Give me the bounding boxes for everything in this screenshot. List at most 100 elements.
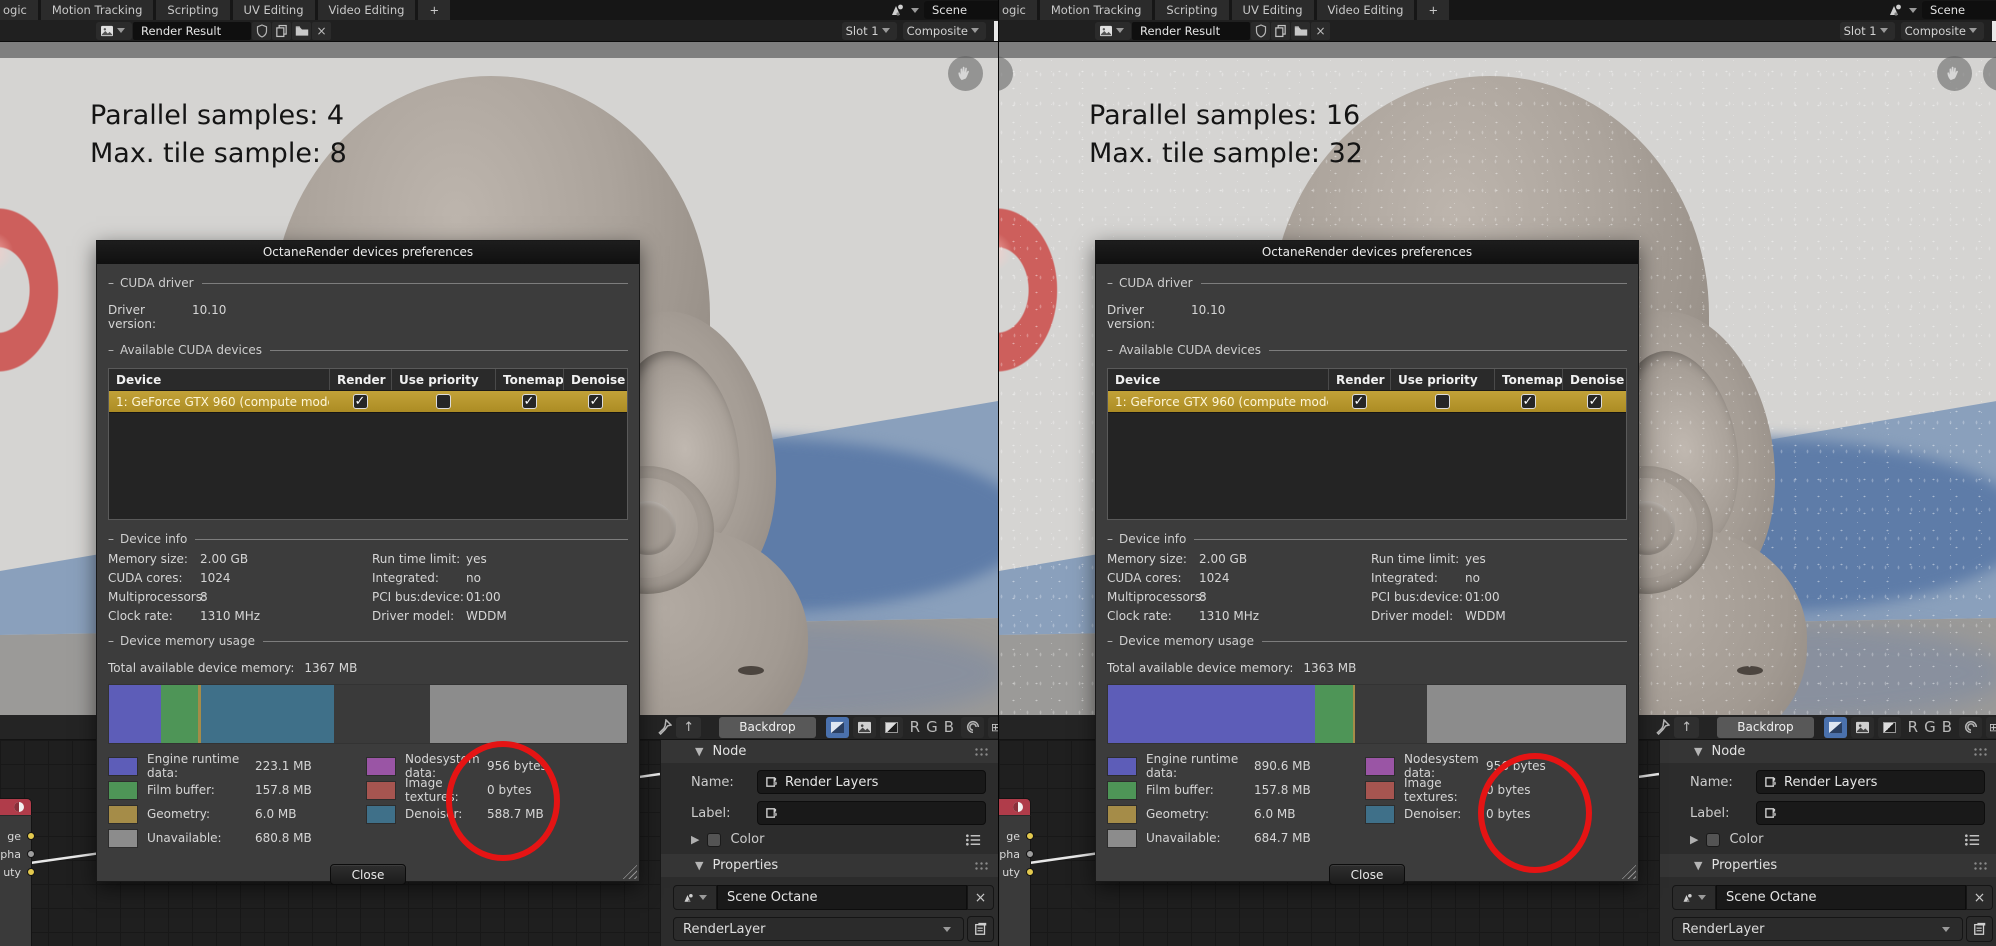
render-layers-node[interactable]: ge pha uty (0, 798, 35, 946)
unlink-close-icon[interactable]: × (1311, 21, 1330, 40)
socket-dot[interactable] (1026, 868, 1034, 876)
pin-icon[interactable] (656, 719, 673, 735)
image-type-dropdown[interactable] (96, 21, 132, 40)
unlink-close-icon[interactable]: × (312, 21, 331, 40)
workspace-tab[interactable]: Scripting (156, 0, 230, 20)
expand-triangle-icon[interactable]: ▶ (691, 833, 699, 846)
color-checkbox[interactable] (1706, 832, 1721, 847)
device-checkbox[interactable]: ✓ (352, 394, 368, 409)
scene-dropdown[interactable] (1672, 885, 1716, 910)
properties-section-header[interactable]: ▼ Properties (661, 854, 998, 877)
workspace-tab[interactable]: UV Editing (1231, 0, 1314, 20)
node-label-input[interactable] (757, 801, 986, 825)
backdrop-color-icon[interactable] (852, 716, 876, 738)
node-name-input[interactable]: Render Layers (1756, 770, 1985, 794)
parent-up-button[interactable]: ↑ (676, 716, 702, 738)
new-image-icon[interactable] (272, 21, 291, 40)
slot-dropdown[interactable]: Slot 1 (841, 21, 897, 40)
channel-letter[interactable]: B (1942, 718, 1952, 736)
backdrop-color-alpha-icon[interactable] (825, 716, 849, 738)
scene-name[interactable]: Scene (924, 1, 998, 19)
workspace-tab[interactable]: Video Editing (1316, 0, 1415, 20)
render-layer-dropdown[interactable]: RenderLayer (673, 917, 964, 941)
device-checkbox[interactable]: ✓ (1520, 394, 1536, 409)
scene-selector[interactable]: Scene (1884, 0, 1996, 20)
device-row[interactable]: 1: GeForce GTX 960 (compute model 5.2) ✓… (1108, 391, 1626, 413)
scene-selector[interactable]: Scene (886, 0, 998, 20)
clipped-toolbar-icon[interactable]: ⊞ (988, 716, 998, 738)
shield-fake-user-icon[interactable] (1251, 21, 1270, 40)
scene-name[interactable]: Scene (1922, 1, 1996, 19)
open-image-folder-icon[interactable] (292, 21, 311, 40)
device-checkbox[interactable]: ✓ (521, 394, 537, 409)
socket-dot[interactable] (1026, 832, 1034, 840)
overscan-spiral-icon[interactable] (1959, 716, 1982, 738)
socket-dot[interactable] (1026, 850, 1034, 858)
drag-dots-icon[interactable] (1973, 860, 1989, 871)
device-checkbox[interactable]: ✓ (1351, 394, 1367, 409)
backdrop-alpha-icon[interactable] (1877, 716, 1901, 738)
new-image-icon[interactable] (1271, 21, 1290, 40)
backdrop-button[interactable]: Backdrop (1717, 716, 1814, 738)
scene-unlink-icon[interactable]: × (1966, 885, 1993, 910)
expand-triangle-icon[interactable]: ▶ (1690, 833, 1698, 846)
image-type-dropdown[interactable] (1095, 21, 1131, 40)
workspace-tab[interactable]: Scripting (1155, 0, 1229, 20)
workspace-tab[interactable]: Video Editing (317, 0, 416, 20)
backdrop-color-icon[interactable] (1850, 716, 1874, 738)
workspace-tab[interactable]: + (418, 0, 451, 20)
socket-dot[interactable] (27, 850, 35, 858)
scene-dropdown[interactable] (673, 885, 717, 910)
presets-list-icon[interactable] (1964, 833, 1981, 847)
node-section-header[interactable]: ▼ Node (1660, 740, 1996, 763)
node-label-input[interactable] (1756, 801, 1985, 825)
new-layer-icon[interactable] (1966, 916, 1993, 942)
workspace-tab[interactable]: ogic (0, 0, 38, 20)
dialog-title[interactable]: OctaneRender devices preferences (97, 241, 639, 264)
clipped-toolbar-icon[interactable]: ⊞ (1986, 716, 1996, 738)
channel-letter[interactable]: R (910, 718, 920, 736)
channel-letter[interactable]: B (944, 718, 954, 736)
properties-section-header[interactable]: ▼ Properties (1660, 854, 1996, 877)
open-image-folder-icon[interactable] (1291, 21, 1310, 40)
new-layer-icon[interactable] (967, 916, 994, 942)
channel-letter[interactable]: G (926, 718, 938, 736)
channel-letter[interactable]: R (1908, 718, 1918, 736)
shield-fake-user-icon[interactable] (252, 21, 271, 40)
socket-dot[interactable] (27, 832, 35, 840)
scene-name-field[interactable]: Scene Octane (717, 885, 967, 910)
parent-up-button[interactable]: ↑ (1674, 716, 1700, 738)
pin-icon[interactable] (1654, 719, 1671, 735)
image-name-field[interactable]: Render Result (133, 21, 251, 40)
workspace-tab[interactable]: Motion Tracking (1039, 0, 1153, 20)
render-layer-dropdown[interactable]: RenderLayer (1672, 917, 1963, 941)
image-name-field[interactable]: Render Result (1132, 21, 1250, 40)
channel-letter[interactable]: G (1924, 718, 1936, 736)
scene-name-field[interactable]: Scene Octane (1716, 885, 1966, 910)
slot-dropdown[interactable]: Slot 1 (1839, 21, 1895, 40)
workspace-tab[interactable]: ogic (999, 0, 1037, 20)
scene-unlink-icon[interactable]: × (967, 885, 994, 910)
pass-dropdown[interactable]: Composite (1900, 21, 1984, 40)
backdrop-alpha-icon[interactable] (879, 716, 903, 738)
node-section-header[interactable]: ▼ Node (661, 740, 998, 763)
close-button[interactable]: Close (330, 864, 406, 885)
workspace-tab[interactable]: + (1417, 0, 1450, 20)
device-checkbox[interactable]: ✓ (587, 394, 603, 409)
backdrop-color-alpha-icon[interactable] (1823, 716, 1847, 738)
workspace-tab[interactable]: Motion Tracking (40, 0, 154, 20)
workspace-tab[interactable]: UV Editing (232, 0, 315, 20)
drag-dots-icon[interactable] (974, 860, 990, 871)
device-checkbox[interactable] (435, 394, 451, 409)
color-checkbox[interactable] (707, 832, 722, 847)
close-button[interactable]: Close (1329, 864, 1405, 885)
device-checkbox[interactable]: ✓ (1586, 394, 1602, 409)
presets-list-icon[interactable] (965, 833, 982, 847)
node-name-input[interactable]: Render Layers (757, 770, 986, 794)
overscan-spiral-icon[interactable] (961, 716, 984, 738)
backdrop-button[interactable]: Backdrop (719, 716, 816, 738)
pass-dropdown[interactable]: Composite (902, 21, 986, 40)
drag-dots-icon[interactable] (974, 746, 990, 757)
drag-dots-icon[interactable] (1973, 746, 1989, 757)
device-checkbox[interactable] (1434, 394, 1450, 409)
